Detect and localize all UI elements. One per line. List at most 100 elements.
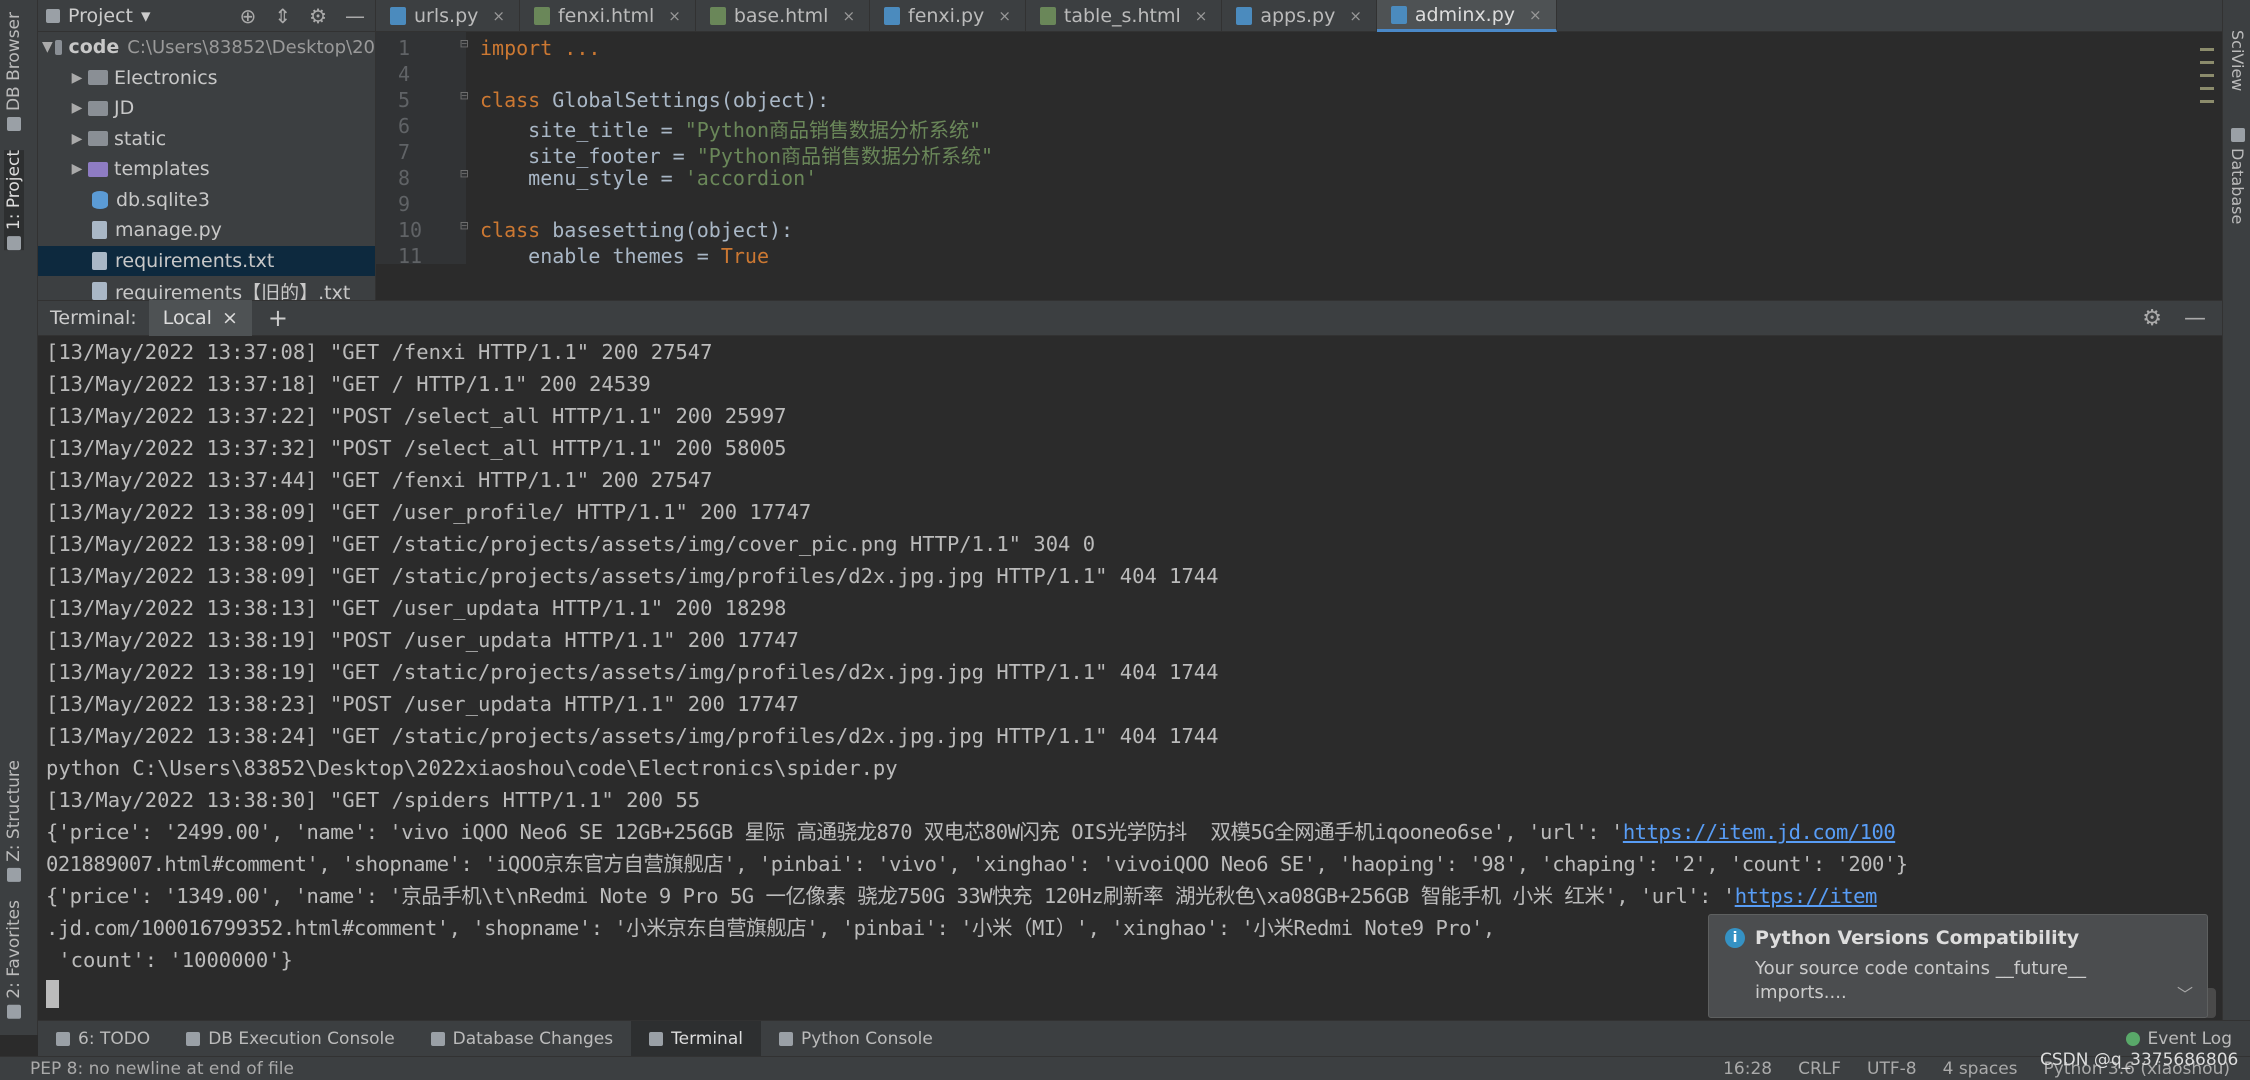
fold-icon[interactable]: ⊟ [460, 166, 468, 182]
python-console-button[interactable]: Python Console [761, 1021, 951, 1057]
left-tool-strip: DB Browser 1: Project Z: Structure 2: Fa… [0, 0, 38, 1035]
line-separator[interactable]: CRLF [1798, 1059, 1841, 1079]
close-icon[interactable]: × [1529, 6, 1542, 24]
db-execution-console-button[interactable]: DB Execution Console [168, 1021, 412, 1057]
collapsed-arrow-icon[interactable]: ▶ [68, 70, 86, 86]
project-panel-header: Project ▾ ⊕ ⇕ ⚙ — [38, 0, 375, 32]
terminal-tab-local[interactable]: Local × [148, 300, 252, 336]
close-icon[interactable]: × [998, 7, 1011, 25]
code-line: 10 ⊟ class basesetting(object): [398, 218, 794, 242]
chevron-down-icon[interactable]: ▾ [141, 5, 151, 27]
watermark: CSDN @q_3375686806 [2040, 1050, 2239, 1070]
database-changes-button[interactable]: Database Changes [413, 1021, 631, 1057]
structure-tool-tab[interactable]: Z: Structure [4, 760, 24, 882]
tab-table-s-html[interactable]: table_s.html × [1026, 0, 1223, 32]
console-icon [186, 1031, 201, 1046]
close-icon[interactable]: × [1195, 7, 1208, 25]
right-tool-strip: SciView Database [2222, 0, 2250, 1035]
tab-urls-py[interactable]: urls.py × [376, 0, 520, 32]
fold-icon[interactable]: ⊟ [460, 88, 468, 104]
terminal-icon [649, 1031, 664, 1046]
close-icon[interactable]: × [222, 307, 238, 329]
tab-apps-py[interactable]: apps.py × [1222, 0, 1377, 32]
minimize-icon[interactable]: — [2184, 306, 2206, 331]
tree-item-jd[interactable]: ▶ JD [38, 93, 375, 124]
tree-item-db-sqlite3[interactable]: db.sqlite3 [38, 185, 375, 216]
terminal-line: .jd.com/100016799352.html#comment', 'sho… [46, 916, 1495, 940]
text-file-icon [92, 282, 107, 300]
database-tab[interactable]: Database [2228, 128, 2247, 224]
tab-fenxi-py[interactable]: fenxi.py × [870, 0, 1026, 32]
product-link[interactable]: https://item.jd.com/100 [1623, 820, 1896, 844]
db-browser-icon [7, 117, 21, 132]
close-icon[interactable]: × [842, 7, 855, 25]
project-tool-tab[interactable]: 1: Project [4, 150, 24, 251]
project-view-selector[interactable]: Project [68, 5, 133, 27]
close-icon[interactable]: × [1349, 7, 1362, 25]
collapse-all-icon[interactable]: ⇕ [274, 4, 291, 28]
tree-root[interactable]: ▼ code C:\Users\83852\Desktop\20 [38, 32, 375, 63]
terminal-line: [13/May/2022 13:37:32] "POST /select_all… [46, 436, 787, 460]
fold-icon[interactable]: ⊟ [460, 218, 468, 234]
folder-icon [88, 70, 108, 86]
indent-setting[interactable]: 4 spaces [1943, 1059, 2018, 1079]
project-panel: Project ▾ ⊕ ⇕ ⚙ — ▼ code C:\Users\83852\… [38, 0, 376, 300]
structure-icon [7, 867, 21, 882]
gear-icon[interactable]: ⚙ [309, 4, 327, 28]
list-icon [56, 1031, 70, 1046]
fold-icon[interactable]: ⊟ [460, 36, 468, 52]
html-file-icon [709, 7, 726, 25]
caret-position[interactable]: 16:28 [1723, 1059, 1772, 1079]
code-editor[interactable]: 1 ⊟ import ... 4 5 ⊟ class GlobalSettings(ob… [376, 32, 2222, 264]
code-line: 1 ⊟ import ... [398, 36, 601, 60]
html-file-icon [533, 7, 550, 25]
sciview-tab[interactable]: SciView [2228, 30, 2247, 91]
star-icon [7, 1004, 21, 1019]
close-icon[interactable]: × [668, 7, 681, 25]
terminal-line: 021889007.html#comment', 'shopname': 'iQ… [46, 852, 1908, 876]
terminal-line: 'count': '1000000'} [46, 948, 293, 972]
terminal-tool-button[interactable]: Terminal [631, 1020, 761, 1057]
tree-item-static[interactable]: ▶ static [38, 124, 375, 155]
folder-icon [88, 131, 108, 147]
tree-item-requirements-old[interactable]: requirements【旧的】.txt [38, 276, 375, 300]
terminal-line: [13/May/2022 13:38:23] "POST /user_updat… [46, 692, 799, 716]
terminal-line: [13/May/2022 13:37:08] "GET /fenxi HTTP/… [46, 340, 713, 364]
python-file-icon [1236, 7, 1253, 25]
new-terminal-button[interactable]: + [252, 304, 304, 332]
status-bar: PEP 8: no newline at end of file 16:28 C… [0, 1056, 2250, 1080]
locate-icon[interactable]: ⊕ [240, 4, 257, 28]
python-file-icon [390, 7, 406, 25]
python-file-icon [1390, 5, 1407, 24]
collapsed-arrow-icon[interactable]: ▶ [68, 100, 86, 116]
terminal-line: python C:\Users\83852\Desktop\2022xiaosh… [46, 756, 898, 780]
terminal-line: [13/May/2022 13:38:19] "POST /user_updat… [46, 628, 799, 652]
status-message[interactable]: PEP 8: no newline at end of file [0, 1059, 294, 1079]
tab-fenxi-html[interactable]: fenxi.html × [520, 0, 696, 32]
gear-icon[interactable]: ⚙ [2142, 306, 2162, 331]
close-icon[interactable]: × [492, 7, 505, 25]
todo-tool-button[interactable]: 6: TODO [38, 1021, 168, 1057]
collapsed-arrow-icon[interactable]: ▶ [68, 161, 86, 177]
editor-tab-bar: urls.py × fenxi.html × base.html × fenxi.py… [376, 0, 2222, 32]
code-line: 9 [398, 192, 411, 216]
expand-arrow-icon[interactable]: ▼ [42, 39, 53, 55]
file-encoding[interactable]: UTF-8 [1867, 1059, 1917, 1079]
terminal-line: [13/May/2022 13:38:24] "GET /static/proj… [46, 724, 1219, 748]
tab-adminx-py[interactable]: adminx.py × [1376, 0, 1557, 32]
db-browser-tab[interactable]: DB Browser [4, 12, 24, 132]
notification-balloon[interactable]: i Python Versions Compatibility Your sour… [1708, 914, 2208, 1018]
favorites-tool-tab[interactable]: 2: Favorites [4, 900, 24, 1019]
tree-item-requirements-txt[interactable]: requirements.txt [38, 245, 375, 276]
tree-item-manage-py[interactable]: manage.py [38, 215, 375, 246]
minimize-icon[interactable]: — [345, 4, 365, 28]
tab-base-html[interactable]: base.html × [696, 0, 871, 32]
project-view-icon [46, 8, 60, 23]
tree-item-electronics[interactable]: ▶ Electronics [38, 63, 375, 94]
collapsed-arrow-icon[interactable]: ▶ [68, 131, 86, 147]
product-link[interactable]: https://item [1735, 884, 1878, 908]
terminal-line: [13/May/2022 13:37:44] "GET /fenxi HTTP/… [46, 468, 713, 492]
chevron-down-icon[interactable]: ﹀ [2177, 981, 2193, 1005]
html-file-icon [1039, 7, 1056, 25]
tree-item-templates[interactable]: ▶ templates [38, 154, 375, 185]
